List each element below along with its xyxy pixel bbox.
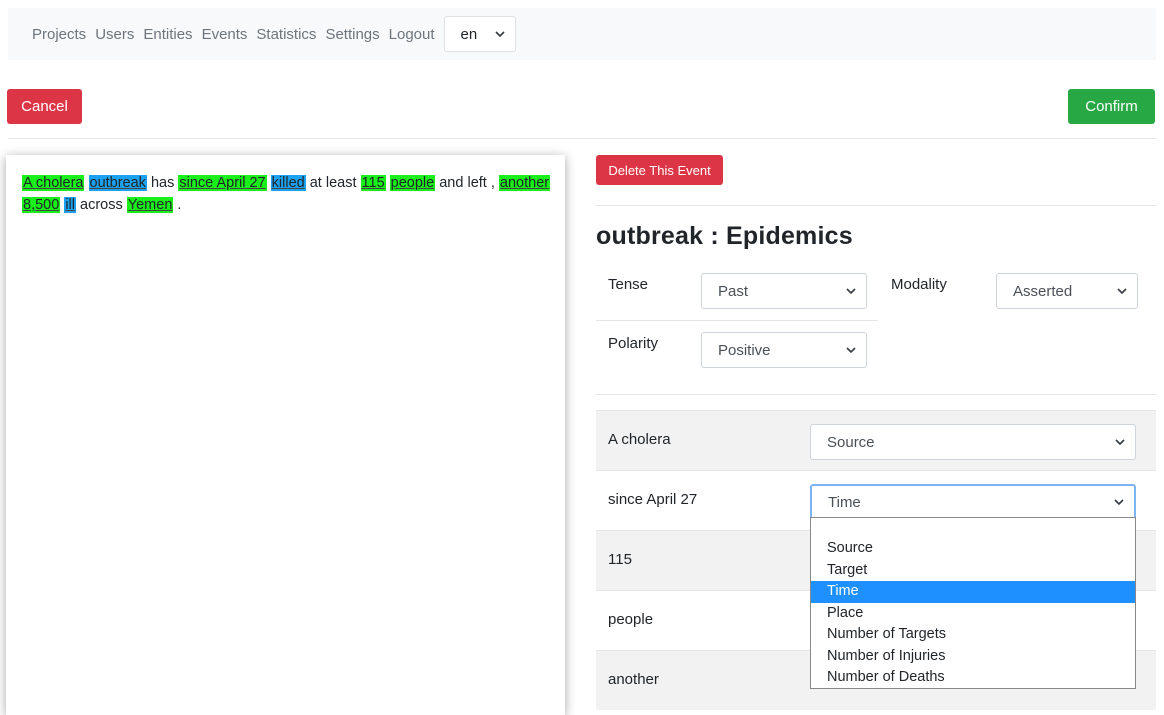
dropdown-option[interactable]: Place [811,603,1135,625]
highlighted-token[interactable]: Yemen [126,197,174,213]
plain-text [84,175,88,191]
chevron-down-icon [1115,437,1125,447]
chevron-down-icon [494,29,505,39]
plain-text: across [76,197,127,213]
argument-label: A cholera [608,431,671,448]
nav-settings[interactable]: Settings [325,26,379,43]
highlighted-token[interactable]: another [498,175,551,191]
tense-label: Tense [608,276,649,293]
highlighted-token[interactable]: killed [270,175,306,191]
role-value: Time [828,493,861,511]
polarity-label: Polarity [608,335,659,352]
argument-label: another [608,671,659,688]
tense-select[interactable]: Past [701,273,867,309]
nav-events[interactable]: Events [202,26,248,43]
divider [596,205,1156,206]
nav-logout[interactable]: Logout [389,26,435,43]
chevron-down-icon [846,286,856,296]
top-navbar: Projects Users Entities Events Statistic… [8,8,1156,60]
chevron-down-icon [1114,497,1124,507]
language-value: en [460,25,478,43]
highlighted-token[interactable]: 8,500 [22,197,61,213]
delete-event-button[interactable]: Delete This Event [596,155,723,185]
nav-users[interactable]: Users [95,26,134,43]
nav-entities[interactable]: Entities [143,26,192,43]
annotation-text-panel: A cholera outbreak has since April 27 ki… [6,155,565,715]
divider [596,394,1156,395]
highlighted-token[interactable]: since April 27 [178,175,267,191]
argument-label: since April 27 [608,491,698,508]
language-select[interactable]: en [443,16,516,52]
nav-statistics[interactable]: Statistics [256,26,316,43]
polarity-value: Positive [718,341,771,359]
chevron-down-icon [1117,286,1127,296]
modality-value: Asserted [1013,282,1073,300]
annotated-sentence: A cholera outbreak has since April 27 ki… [22,172,552,216]
highlighted-token[interactable]: A cholera [22,175,85,191]
argument-row: A cholera Source [596,410,1156,470]
polarity-select[interactable]: Positive [701,332,867,368]
highlighted-token[interactable]: outbreak [88,175,147,191]
tense-value: Past [718,282,749,300]
modality-select[interactable]: Asserted [996,273,1138,309]
plain-text: has [146,175,179,191]
highlighted-token[interactable]: ill [64,197,76,213]
modality-label: Modality [891,276,947,293]
divider [596,320,878,321]
dropdown-option[interactable]: Number of Deaths [811,667,1135,689]
nav-projects[interactable]: Projects [32,26,86,43]
role-value: Source [827,433,875,451]
cancel-button[interactable]: Cancel [7,89,82,124]
dropdown-option[interactable]: Number of Targets [811,624,1135,646]
plain-text: . [173,197,182,213]
dropdown-option[interactable]: Source [811,538,1135,560]
argument-label: people [608,611,654,628]
role-select[interactable]: Time [810,484,1136,520]
divider [8,138,1156,139]
dropdown-option[interactable]: Time [811,581,1135,603]
plain-text: and left , [435,175,499,191]
dropdown-option[interactable]: Target [811,560,1135,582]
confirm-button[interactable]: Confirm [1068,89,1155,124]
argument-label: 115 [608,551,632,568]
role-select[interactable]: Source [810,424,1136,460]
event-title: outbreak : Epidemics [596,222,853,250]
role-dropdown-list: Source Target Time Place Number of Targets Nu… [810,517,1136,689]
highlighted-token[interactable]: people [389,175,436,191]
highlighted-token[interactable]: 115 [360,175,386,191]
plain-text: at least [305,175,361,191]
chevron-down-icon [846,345,856,355]
dropdown-option[interactable]: Number of Injuries [811,646,1135,668]
